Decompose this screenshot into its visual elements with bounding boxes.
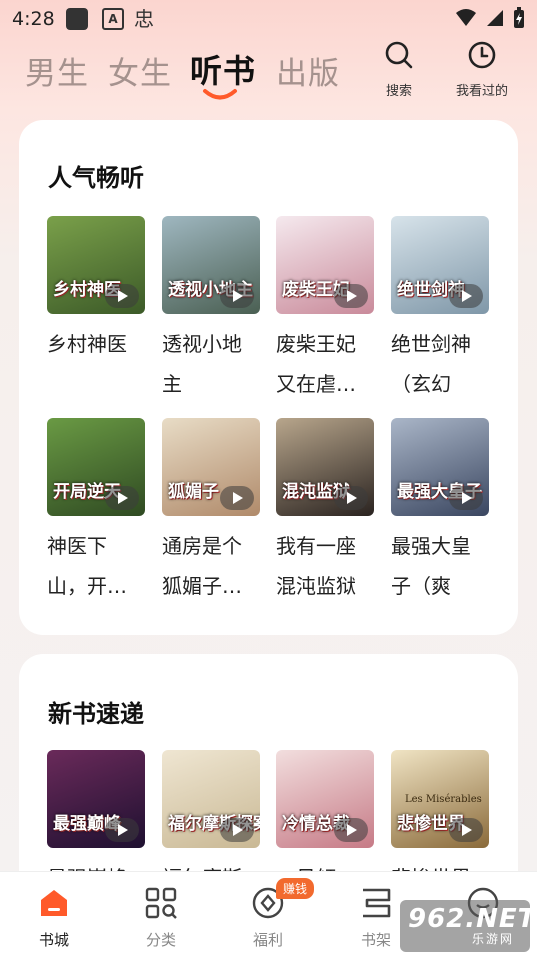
book-item[interactable]: 最强大皇子最强大皇子（爽文… xyxy=(391,418,489,606)
site-watermark: 962.NET 乐游网 xyxy=(400,900,535,952)
nav-label: 书城 xyxy=(38,931,69,949)
nav-category[interactable]: 分类 xyxy=(131,886,191,950)
book-title: 神医下山，开… xyxy=(47,534,127,598)
book-cover[interactable]: 透视小地主 xyxy=(162,216,260,314)
book-cover[interactable]: 冷情总裁 xyxy=(276,750,374,848)
play-icon[interactable] xyxy=(449,818,483,842)
status-time: 4:28 xyxy=(12,8,55,30)
history-button[interactable]: 我看过的 xyxy=(456,40,508,99)
watermark-sub: 乐游网 xyxy=(472,932,515,946)
book-item[interactable]: 绝世剑神绝世剑神（玄幻热… xyxy=(391,216,489,404)
book-title: 透视小地主 xyxy=(162,332,242,396)
book-item[interactable]: 开局逆天神医下山，开… xyxy=(47,418,145,606)
nav-bookstore[interactable]: 书城 xyxy=(24,886,84,950)
book-cover[interactable]: 开局逆天 xyxy=(47,418,145,516)
book-cover[interactable]: 悲惨世界 Les Misérables xyxy=(391,750,489,848)
top-category-nav: 男生 女生 听书 出版 搜索 我看过的 xyxy=(0,40,537,104)
history-label: 我看过的 xyxy=(456,84,509,99)
book-item[interactable]: 废柴王妃废柴王妃又在虐… xyxy=(276,216,374,404)
book-item[interactable]: 狐媚子通房是个狐媚子… xyxy=(162,418,260,606)
play-icon[interactable] xyxy=(220,818,254,842)
book-title: 废柴王妃又在虐… xyxy=(276,332,356,396)
app-notification-icon xyxy=(66,8,88,30)
shelf-icon xyxy=(363,888,391,918)
play-icon[interactable] xyxy=(334,486,368,510)
book-cover[interactable]: 最强巅峰 xyxy=(47,750,145,848)
play-icon[interactable] xyxy=(334,818,368,842)
play-icon[interactable] xyxy=(220,284,254,308)
nav-label: 书架 xyxy=(360,931,391,949)
search-label: 搜索 xyxy=(385,84,412,99)
nav-label: 福利 xyxy=(252,931,283,949)
tab-publish[interactable]: 出版 xyxy=(276,48,340,93)
tab-male[interactable]: 男生 xyxy=(25,48,89,93)
book-item[interactable]: 乡村神医 乡村神医 xyxy=(47,216,145,404)
search-icon xyxy=(385,41,413,69)
book-cover[interactable]: 狐媚子 xyxy=(162,418,260,516)
book-item[interactable]: 透视小地主 透视小地主 xyxy=(162,216,260,404)
book-cover[interactable]: 乡村神医 xyxy=(47,216,145,314)
app-glyph-icon: 忠 xyxy=(134,7,154,31)
section-title: 人气畅听 xyxy=(48,164,144,192)
play-icon[interactable] xyxy=(334,284,368,308)
book-title: 乡村神医 xyxy=(47,332,127,356)
play-icon[interactable] xyxy=(220,486,254,510)
home-icon xyxy=(41,890,67,916)
status-bar: 4:28 A 忠 xyxy=(0,0,537,36)
search-button[interactable]: 搜索 xyxy=(384,40,414,99)
play-icon[interactable] xyxy=(449,486,483,510)
book-title: 通房是个狐媚子… xyxy=(162,534,242,598)
book-cover[interactable]: 混沌监狱 xyxy=(276,418,374,516)
play-icon[interactable] xyxy=(449,284,483,308)
nav-label: 分类 xyxy=(145,931,176,949)
section-title: 新书速递 xyxy=(48,700,144,728)
battery-icon xyxy=(514,7,524,28)
book-title: 绝世剑神（玄幻热… xyxy=(391,332,471,396)
wifi-icon xyxy=(456,9,476,26)
book-cover[interactable]: 绝世剑神 xyxy=(391,216,489,314)
book-title: 最强大皇子（爽文… xyxy=(391,534,471,598)
active-tab-indicator xyxy=(203,89,237,100)
book-title: 我有一座混沌监狱 xyxy=(276,534,356,598)
popular-audiobooks-card: 人气畅听 乡村神医 乡村神医 透视小地主 透视小地主 废柴王妃 废柴王妃又在虐… 绝世剑神绝… xyxy=(19,120,518,635)
tab-audiobook[interactable]: 听书 xyxy=(190,46,256,92)
book-cover[interactable]: 废柴王妃 xyxy=(276,216,374,314)
book-cover[interactable]: 福尔摩斯探案集 xyxy=(162,750,260,848)
grid-icon xyxy=(145,887,177,919)
app-a-icon: A xyxy=(102,8,124,30)
cover-subtitle: Les Misérables xyxy=(405,794,482,805)
book-cover[interactable]: 最强大皇子 xyxy=(391,418,489,516)
cover-title-art: 狐媚子 xyxy=(168,482,219,502)
play-icon[interactable] xyxy=(105,284,139,308)
clock-icon xyxy=(468,41,496,69)
play-icon[interactable] xyxy=(105,486,139,510)
nav-bookshelf[interactable]: 书架 xyxy=(346,886,406,950)
play-icon[interactable] xyxy=(105,818,139,842)
earn-money-badge: 赚钱 xyxy=(276,878,315,899)
tab-female[interactable]: 女生 xyxy=(108,48,172,93)
book-item[interactable]: 混沌监狱我有一座混沌监狱 xyxy=(276,418,374,606)
signal-icon xyxy=(487,10,503,26)
